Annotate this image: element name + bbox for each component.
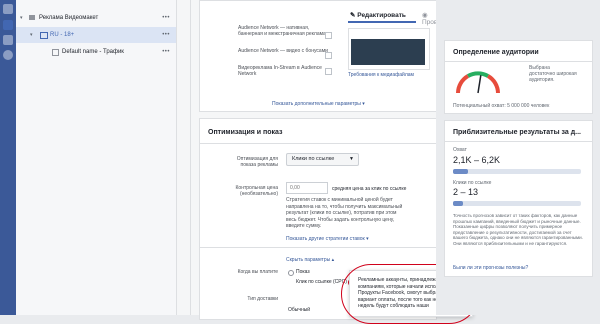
- reach-value: 2,1K – 6,2K: [453, 155, 501, 165]
- show-more-link[interactable]: Показать дополнительные параметры ▾: [272, 101, 365, 107]
- placement-checkbox[interactable]: [325, 32, 332, 39]
- clicks-bar-fill: [453, 201, 464, 206]
- when-option-1: Показ: [296, 269, 310, 275]
- campaign-more-icon[interactable]: •••: [162, 10, 170, 26]
- bid-help-text: Стратегия ставок с минимальной ценой буд…: [286, 197, 403, 229]
- bid-label: Контрольная цена (необязательно): [235, 185, 279, 197]
- placement-checkbox[interactable]: [325, 52, 332, 59]
- folder-icon[interactable]: [3, 4, 13, 14]
- left-rail: [0, 0, 16, 315]
- bid-input[interactable]: [286, 182, 328, 194]
- hide-params-link[interactable]: Скрыть параметры ▴: [286, 257, 334, 264]
- placement-item: Видеореклама In-Stream в Audience Networ…: [238, 65, 322, 77]
- placements-card: Audience Network — нативная, баннерная и…: [199, 0, 451, 112]
- clicks-label: Клики по ссылке: [453, 180, 492, 186]
- tree-row-adset[interactable]: ▾ RU - 18+ •••: [16, 27, 176, 43]
- tree-row-ad[interactable]: Default name - Трафик •••: [16, 44, 176, 60]
- campaign-tree: ▾ Реклама Видеомакет ••• ▾ RU - 18+ ••• …: [16, 0, 177, 315]
- collapse-arrow-icon[interactable]: ▾: [30, 27, 33, 43]
- results-note: Точность прогнозов зависит от таких факт…: [453, 213, 583, 246]
- campaign-name: Реклама Видеомакет: [39, 15, 99, 21]
- tree-row-campaign[interactable]: ▾ Реклама Видеомакет •••: [16, 10, 176, 26]
- delivery-label: Тип доставки: [247, 296, 278, 302]
- reach-bar: [453, 169, 581, 174]
- adset-more-icon[interactable]: •••: [162, 27, 170, 43]
- divider: [177, 0, 191, 315]
- reach-bar-fill: [453, 169, 469, 174]
- placement-checkbox[interactable]: [325, 68, 332, 75]
- ad-name: Default name - Трафик: [62, 49, 124, 55]
- ad-icon: [52, 49, 59, 56]
- adset-icon: [40, 32, 48, 39]
- optimization-select[interactable]: Клики по ссылке ▼: [286, 153, 359, 166]
- grid-icon[interactable]: [3, 20, 13, 30]
- dropdown-arrow-icon: ▼: [349, 156, 354, 162]
- ad-more-icon[interactable]: •••: [162, 44, 170, 60]
- placement-item: Audience Network — видео с бонусами: [238, 48, 328, 54]
- when-charged-label: Когда вы платите: [237, 269, 278, 275]
- tab-edit[interactable]: ✎ Редактировать: [350, 11, 406, 19]
- reach-label: Охват: [453, 147, 467, 153]
- helpful-link[interactable]: Были ли эти прогнозы полезны?: [453, 265, 528, 271]
- preview-image: [351, 39, 425, 65]
- placement-item: Audience Network — нативная, баннерная и…: [238, 25, 326, 37]
- section-title: Оптимизация и показ: [208, 129, 283, 136]
- clicks-bar: [453, 201, 581, 206]
- divider: [200, 247, 436, 248]
- audience-title: Определение аудитории: [453, 49, 539, 56]
- bid-suffix: средняя цена за клик по ссылке: [332, 186, 407, 192]
- pencil-icon[interactable]: [3, 35, 13, 45]
- when-option-2: Клик по ссылке (CPC): [296, 279, 347, 285]
- adset-name: RU - 18+: [50, 32, 75, 38]
- radio-impressions[interactable]: [288, 270, 294, 276]
- requirements-link[interactable]: Требования к медиафайлам: [348, 72, 414, 78]
- other-strategies-link[interactable]: Показать другие стратегии ставок ▾: [286, 236, 369, 243]
- eye-icon: ◉: [422, 12, 428, 19]
- audience-card: Определение аудитории Выбрана достаточно…: [444, 40, 593, 114]
- collapse-arrow-icon[interactable]: ▾: [20, 10, 23, 26]
- folder-icon: [29, 15, 35, 20]
- potential-reach: Потенциальный охват: 5 000 000 человек: [453, 103, 550, 109]
- delivery-value: Обычный: [288, 307, 311, 313]
- divider: [200, 143, 436, 144]
- gauge-text: Выбрана достаточно широкая аудитория.: [529, 65, 577, 83]
- results-card: Приблизительные результаты за д... Охват…: [444, 120, 593, 277]
- clock-icon[interactable]: [3, 50, 13, 60]
- right-column: Определение аудитории Выбрана достаточно…: [436, 0, 600, 315]
- clicks-value: 2 – 13: [453, 187, 479, 197]
- audience-gauge: [456, 71, 500, 94]
- divider: [445, 61, 592, 62]
- divider: [445, 141, 592, 142]
- opt-label: Оптимизация для показа рекламы: [236, 156, 278, 168]
- ad-preview: [348, 28, 430, 70]
- main-column: Audience Network — нативная, баннерная и…: [191, 0, 479, 324]
- results-title: Приблизительные результаты за д...: [453, 129, 581, 136]
- tab-underline: [348, 21, 416, 23]
